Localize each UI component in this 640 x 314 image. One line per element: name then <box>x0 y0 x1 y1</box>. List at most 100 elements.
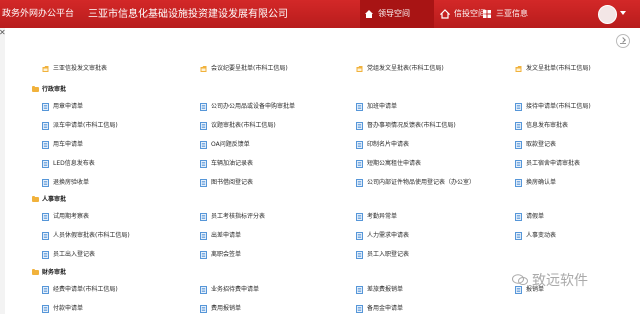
form-link-label: 公司办公用品或设备申购审批单 <box>211 103 296 110</box>
left-collapse-strip[interactable] <box>0 28 5 314</box>
document-icon <box>200 286 207 294</box>
pinned-form-link[interactable]: 三亚信投发文审批表 <box>42 64 107 74</box>
form-link[interactable]: 加班申请单 <box>356 102 397 112</box>
document-icon <box>200 305 207 313</box>
form-link[interactable]: 费用报销单 <box>200 304 241 314</box>
form-link-label: 员工入职登记表 <box>367 251 410 258</box>
form-link-label: 出差申请单 <box>211 232 242 239</box>
tab-sanya-info[interactable]: 三亚信息 <box>478 0 538 28</box>
scroll-top-icon[interactable] <box>616 34 630 48</box>
form-link[interactable]: 印制名片申请表 <box>356 140 409 150</box>
form-link-label: OA问题反馈单 <box>211 141 250 148</box>
close-icon[interactable]: ✕ <box>0 28 6 37</box>
form-link[interactable]: 用章申请单 <box>42 102 83 112</box>
form-link[interactable]: 员工入职登记表 <box>356 250 409 260</box>
document-icon <box>42 103 49 111</box>
form-link[interactable]: 员工宿舍申请审批表 <box>515 159 580 169</box>
pinned-form-link[interactable]: 党组发文呈批表(市科工信局) <box>356 64 444 74</box>
form-link-label: 试用期考察表 <box>53 213 90 220</box>
form-link-label: 接待申请单(市科工信局) <box>526 103 591 110</box>
tab-label: 三亚信息 <box>496 9 528 18</box>
form-link[interactable]: 付款申请单 <box>42 304 83 314</box>
form-link[interactable]: 人事变动表 <box>515 231 556 241</box>
document-icon <box>515 213 522 221</box>
form-link[interactable]: 试用期考察表 <box>42 212 89 222</box>
document-icon <box>515 122 522 130</box>
form-link[interactable]: 短期公寓租住申请表 <box>356 159 421 169</box>
form-link[interactable]: 人力需求申请表 <box>356 231 409 241</box>
form-link[interactable]: 换房确认单 <box>515 178 556 188</box>
form-link[interactable]: 图书借阅登记表 <box>200 178 253 188</box>
form-link[interactable]: 公司内部证件物品使用登记表（办公室） <box>356 178 475 188</box>
form-link[interactable]: 督办事项情况反馈表(市科工信局) <box>356 121 456 131</box>
form-link[interactable]: 请假单 <box>515 212 544 222</box>
form-link[interactable]: 出差申请单 <box>200 231 241 241</box>
home-icon <box>365 10 373 18</box>
form-link[interactable]: 业务招待费申请单 <box>200 285 259 295</box>
section-header[interactable]: 人事审批 <box>32 195 66 205</box>
form-link[interactable]: 公司办公用品或设备申购审批单 <box>200 102 295 112</box>
document-icon <box>42 305 49 313</box>
section-header[interactable]: 行政审批 <box>32 85 66 95</box>
form-link[interactable]: 用车申请单 <box>42 140 83 150</box>
form-link-label: 员工宿舍申请审批表 <box>526 160 581 167</box>
form-link[interactable]: 退换房验收单 <box>42 178 89 188</box>
form-link-label: 加班申请单 <box>367 103 398 110</box>
document-icon <box>356 160 363 168</box>
form-link[interactable]: LED信息发布表 <box>42 159 95 169</box>
document-icon <box>356 103 363 111</box>
form-link-label: 差旅费报销单 <box>367 286 404 293</box>
company-name: 三亚市信息化基础设施投资建设发展有限公司 <box>88 9 288 20</box>
form-link[interactable]: 接待申请单(市科工信局) <box>515 102 591 112</box>
folder-icon <box>32 86 39 92</box>
form-link-label: 党组发文呈批表(市科工信局) <box>367 65 444 72</box>
form-link-label: LED信息发布表 <box>53 160 95 167</box>
form-link-label: 发文呈批单(市科工信局) <box>526 65 591 72</box>
document-icon <box>356 122 363 130</box>
document-icon <box>356 305 363 313</box>
form-link-label: 督办事项情况反馈表(市科工信局) <box>367 122 456 129</box>
document-icon <box>200 213 207 221</box>
form-link[interactable]: 离职会签单 <box>200 250 241 260</box>
form-link[interactable]: 员工出入登记表 <box>42 250 95 260</box>
pinned-form-link[interactable]: 发文呈批单(市科工信局) <box>515 64 591 74</box>
pinned-form-icon <box>42 66 49 72</box>
form-link[interactable]: 派车申请单(市科工信局) <box>42 121 118 131</box>
form-link[interactable]: 取款登记表 <box>515 140 556 150</box>
folder-icon <box>32 269 39 275</box>
form-link-label: 信息发布审批表 <box>526 122 569 129</box>
document-icon <box>515 103 522 111</box>
document-icon <box>200 141 207 149</box>
pinned-form-icon <box>515 66 522 72</box>
form-link[interactable]: 考勤异常单 <box>356 212 397 222</box>
form-link[interactable]: 车辆加油记录表 <box>200 159 253 169</box>
form-link[interactable]: 经费申请单(市科工信局) <box>42 285 118 295</box>
document-icon <box>42 213 49 221</box>
section-title: 财务审批 <box>42 269 67 276</box>
form-link[interactable]: 议题审批表(市科工信局) <box>200 121 276 131</box>
document-icon <box>42 286 49 294</box>
tab-label: 领导空间 <box>378 9 410 18</box>
pinned-form-link[interactable]: 会议纪要呈批单(市科工信局) <box>200 64 288 74</box>
form-link[interactable]: 员工考核指标评分表 <box>200 212 265 222</box>
document-icon <box>515 160 522 168</box>
tab-leader-space[interactable]: 领导空间 <box>360 0 434 28</box>
document-icon <box>515 141 522 149</box>
user-avatar[interactable] <box>598 5 617 24</box>
form-link-label: 人事变动表 <box>526 232 557 239</box>
form-link-label: 员工考核指标评分表 <box>211 213 266 220</box>
header-bar: 政务外网办公平台 三亚市信息化基础设施投资建设发展有限公司 领导空间 信投空间 … <box>0 0 640 28</box>
form-link[interactable]: 备用金申请单 <box>356 304 403 314</box>
grid-icon <box>483 10 491 18</box>
section-header[interactable]: 财务审批 <box>32 268 66 278</box>
form-link-label: 车辆加油记录表 <box>211 160 254 167</box>
form-link[interactable]: 差旅费报销单 <box>356 285 403 295</box>
form-link[interactable]: 人员休假审批表(市科工信局) <box>42 231 130 241</box>
form-link-label: 议题审批表(市科工信局) <box>211 122 276 129</box>
chevron-down-icon[interactable] <box>620 11 626 15</box>
form-link[interactable]: OA问题反馈单 <box>200 140 250 150</box>
form-link-label: 付款申请单 <box>53 305 84 312</box>
form-link-label: 换房确认单 <box>526 179 557 186</box>
document-icon <box>356 213 363 221</box>
form-link[interactable]: 信息发布审批表 <box>515 121 568 131</box>
